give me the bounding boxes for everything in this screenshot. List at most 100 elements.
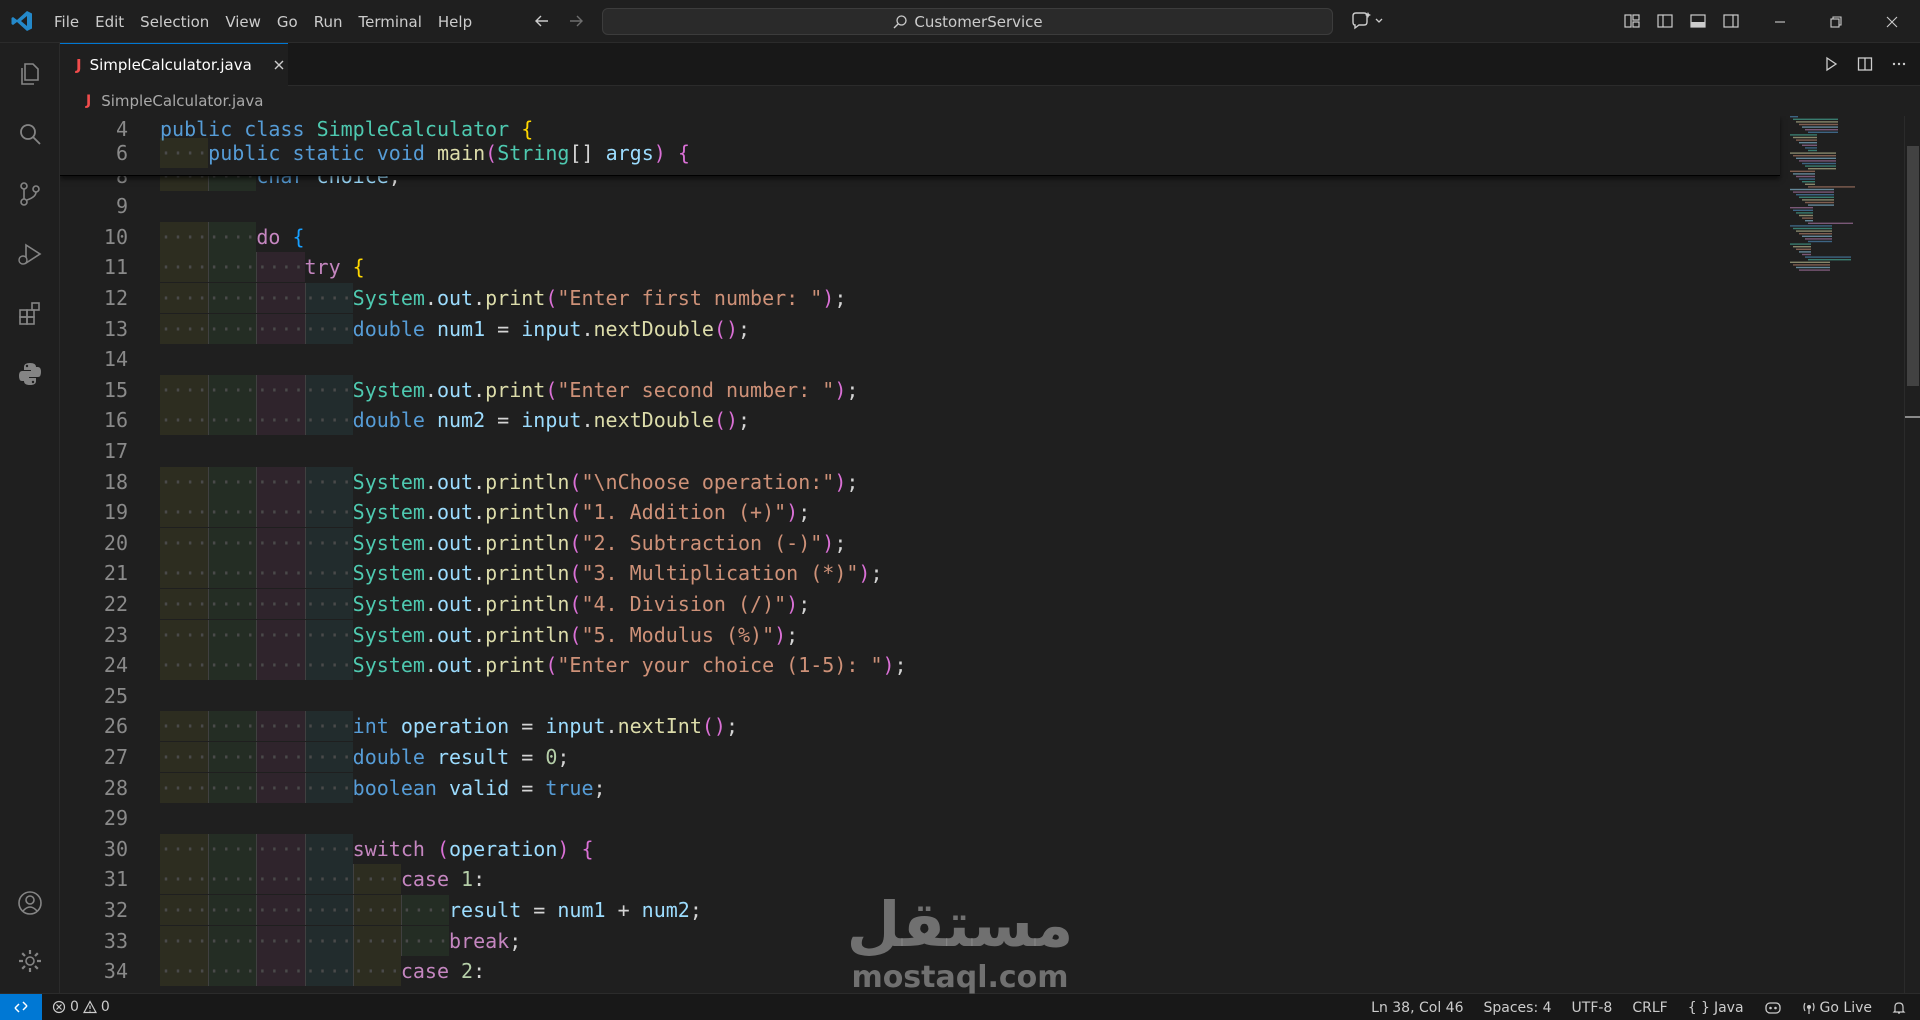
code-line[interactable]: 11 ············try { [60, 252, 1780, 283]
code-line[interactable]: 24 ················System.out.print("Ente… [60, 650, 1780, 681]
menu-terminal[interactable]: Terminal [351, 8, 430, 36]
back-arrow-icon[interactable] [530, 9, 554, 33]
minimap[interactable] [1780, 116, 1870, 993]
line-number[interactable]: 32 [60, 895, 128, 925]
code-line[interactable]: 25 [60, 681, 1780, 711]
problems-indicator[interactable]: 0 0 [52, 999, 110, 1015]
manage-button[interactable] [0, 936, 60, 986]
line-number[interactable]: 34 [60, 956, 128, 986]
code-line[interactable]: 20 ················System.out.println("2.… [60, 527, 1780, 558]
run-debug-button[interactable] [0, 229, 60, 279]
line-number[interactable]: 9 [60, 191, 128, 221]
copilot-status[interactable] [1764, 1000, 1782, 1016]
code-line[interactable]: 23 ················System.out.println("5.… [60, 619, 1780, 650]
line-number[interactable]: 16 [60, 405, 128, 435]
line-number[interactable]: 30 [60, 834, 128, 864]
code-line[interactable]: 9 [60, 191, 1780, 221]
line-number[interactable]: 12 [60, 283, 128, 313]
code-line[interactable]: 15 ················System.out.print("Ente… [60, 374, 1780, 405]
menu-run[interactable]: Run [306, 8, 351, 36]
menu-file[interactable]: File [46, 8, 87, 36]
line-number[interactable]: 23 [60, 620, 128, 650]
code-line[interactable]: 12 ················System.out.print("Ente… [60, 283, 1780, 313]
copilot-menu[interactable] [1350, 9, 1390, 33]
code-line[interactable]: 14 [60, 344, 1780, 374]
python-button[interactable] [0, 349, 60, 399]
code-line[interactable]: 21 ················System.out.println("3.… [60, 558, 1780, 589]
line-number[interactable]: 21 [60, 558, 128, 588]
split-editor-button[interactable] [1854, 53, 1876, 75]
code-line[interactable]: 26 ················int operation = input.… [60, 711, 1780, 742]
line-number[interactable]: 10 [60, 222, 128, 252]
line-number[interactable]: 27 [60, 742, 128, 772]
encoding[interactable]: UTF-8 [1572, 1000, 1613, 1016]
code-line[interactable]: 6 ····public static void main(String[] ar… [60, 138, 1780, 168]
code-line[interactable]: 28 ················boolean valid = true; [60, 772, 1780, 803]
remote-indicator[interactable] [0, 993, 42, 1020]
restore-button[interactable] [1808, 0, 1864, 43]
line-number[interactable]: 29 [60, 803, 128, 833]
vertical-scrollbar[interactable] [1904, 116, 1920, 993]
menu-go[interactable]: Go [269, 8, 306, 36]
line-number[interactable]: 28 [60, 773, 128, 803]
code-line[interactable]: 10 ········do { [60, 221, 1780, 252]
toggle-primary-sidebar-icon[interactable] [1653, 9, 1677, 33]
line-number[interactable]: 20 [60, 528, 128, 558]
code-token: ; [738, 408, 751, 433]
explorer-button[interactable] [0, 49, 60, 99]
line-number[interactable]: 31 [60, 864, 128, 894]
menu-help[interactable]: Help [430, 8, 480, 36]
line-number[interactable]: 11 [60, 252, 128, 282]
code-line[interactable]: 30 ················switch (operation) { [60, 833, 1780, 864]
accounts-button[interactable] [0, 878, 60, 928]
menu-edit[interactable]: Edit [87, 8, 132, 36]
code-line[interactable]: 17 [60, 436, 1780, 466]
go-live-button[interactable]: Go Live [1802, 1000, 1872, 1016]
code-line[interactable]: 13 ················double num1 = input.ne… [60, 313, 1780, 344]
code-editor[interactable]: 4 public class SimpleCalculator {6 ····pub… [60, 116, 1860, 993]
line-number[interactable]: 19 [60, 497, 128, 527]
close-button[interactable] [1864, 0, 1920, 43]
line-number[interactable]: 6 [60, 138, 128, 168]
breadcrumb-file[interactable]: SimpleCalculator.java [101, 92, 263, 110]
cursor-position[interactable]: Ln 38, Col 46 [1371, 1000, 1463, 1016]
line-number[interactable]: 17 [60, 436, 128, 466]
code-line[interactable]: 18 ················System.out.println("\n… [60, 466, 1780, 497]
toggle-panel-icon[interactable] [1686, 9, 1710, 33]
line-number[interactable]: 26 [60, 711, 128, 741]
line-ending[interactable]: CRLF [1632, 1000, 1667, 1016]
forward-arrow-icon[interactable] [564, 9, 588, 33]
code-line[interactable]: 27 ················double result = 0; [60, 742, 1780, 772]
code-line[interactable]: 19 ················System.out.println("1.… [60, 497, 1780, 528]
source-control-button[interactable] [0, 169, 60, 219]
line-number[interactable]: 33 [60, 926, 128, 956]
search-button[interactable] [0, 109, 60, 159]
line-number[interactable]: 14 [60, 344, 128, 374]
command-center-search[interactable]: CustomerService [602, 8, 1333, 35]
code-line[interactable]: 22 ················System.out.println("4.… [60, 589, 1780, 619]
indentation[interactable]: Spaces: 4 [1484, 1000, 1552, 1016]
line-number[interactable]: 25 [60, 681, 128, 711]
notifications-button[interactable] [1892, 1001, 1906, 1015]
code-line[interactable]: 29 [60, 803, 1780, 833]
extensions-button[interactable] [0, 289, 60, 339]
language-mode[interactable]: { } Java [1688, 1000, 1744, 1016]
menu-view[interactable]: View [217, 8, 269, 36]
customize-layout-icon[interactable] [1620, 9, 1644, 33]
line-number[interactable]: 22 [60, 589, 128, 619]
more-actions-button[interactable] [1888, 53, 1910, 75]
line-number[interactable]: 15 [60, 375, 128, 405]
run-button[interactable] [1820, 53, 1842, 75]
tab-close-button[interactable] [270, 55, 288, 75]
line-number[interactable]: 18 [60, 467, 128, 497]
minimize-button[interactable] [1752, 0, 1808, 43]
code-line[interactable]: 16 ················double num2 = input.ne… [60, 405, 1780, 436]
sticky-scroll[interactable]: 4 public class SimpleCalculator {6 ····pub… [60, 116, 1780, 176]
line-number[interactable]: 24 [60, 650, 128, 680]
title-bar: File Edit Selection View Go Run Terminal Help C… [0, 0, 1920, 43]
scrollbar-thumb[interactable] [1907, 146, 1919, 386]
toggle-secondary-sidebar-icon[interactable] [1719, 9, 1743, 33]
menu-selection[interactable]: Selection [132, 8, 217, 36]
tab-simplecalculator-java[interactable]: J SimpleCalculator.java [60, 43, 288, 86]
line-number[interactable]: 13 [60, 314, 128, 344]
